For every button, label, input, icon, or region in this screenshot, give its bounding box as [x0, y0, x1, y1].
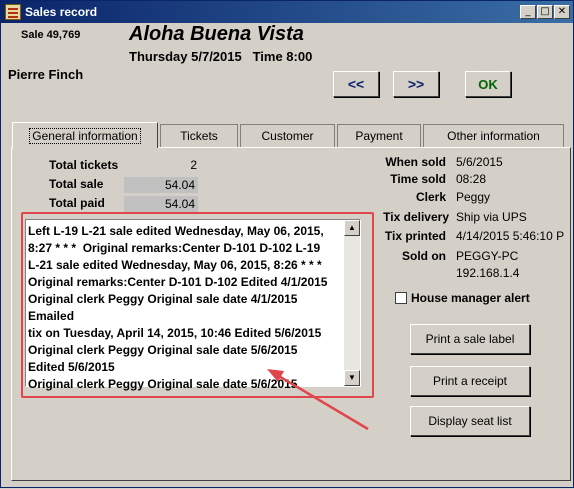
next-record-button[interactable]: >>: [393, 71, 439, 97]
tab-customer[interactable]: Customer: [240, 124, 335, 147]
total-paid-label: Total paid: [49, 196, 105, 210]
total-paid-value: 54.04: [124, 196, 198, 212]
display-seat-list-button[interactable]: Display seat list: [410, 406, 530, 436]
tab-label: Other information: [447, 129, 540, 143]
tab-label: Tickets: [180, 129, 218, 143]
sale-number: Sale 49,769: [21, 29, 81, 41]
tix-delivery-label: Tix delivery: [383, 210, 449, 224]
tix-delivery-value: Ship via UPS: [456, 210, 527, 224]
previous-record-button[interactable]: <<: [333, 71, 379, 97]
house-manager-alert-checkbox[interactable]: [395, 292, 407, 304]
customer-name: Pierre Finch: [8, 67, 84, 82]
tix-printed-label: Tix printed: [384, 229, 446, 243]
total-tickets-label: Total tickets: [49, 158, 119, 172]
clerk-label: Clerk: [415, 190, 446, 204]
tab-payment[interactable]: Payment: [337, 124, 421, 147]
print-receipt-button[interactable]: Print a receipt: [410, 366, 530, 396]
annotation-highlight-box: [21, 212, 374, 398]
total-tickets-value: 2: [190, 158, 197, 172]
tab-general-information[interactable]: General information: [12, 122, 158, 148]
ok-button[interactable]: OK: [465, 71, 511, 97]
ip-address-value: 192.168.1.4: [456, 266, 520, 280]
sales-record-window: Sales record _ □ ✕ Sale 49,769 Aloha Bue…: [0, 0, 574, 488]
minimize-button[interactable]: _: [520, 5, 536, 19]
window-title: Sales record: [25, 5, 98, 19]
company-name: Aloha Buena Vista: [129, 23, 304, 45]
sold-on-label: Sold on: [402, 249, 446, 263]
clerk-value: Peggy: [456, 190, 491, 204]
house-manager-alert-label: House manager alert: [411, 291, 530, 305]
when-sold-value: 5/6/2015: [456, 155, 503, 169]
tix-printed-value: 4/14/2015 5:46:10 P: [456, 229, 565, 243]
tab-other-information[interactable]: Other information: [423, 124, 564, 147]
tab-label: Customer: [261, 129, 314, 143]
time-sold-label: Time sold: [390, 172, 446, 186]
when-sold-label: When sold: [385, 155, 446, 169]
tab-label: General information: [29, 127, 141, 144]
tab-label: Payment: [355, 129, 403, 143]
tab-tickets[interactable]: Tickets: [160, 124, 238, 147]
total-sale-label: Total sale: [49, 177, 104, 191]
print-sale-label-button[interactable]: Print a sale label: [410, 324, 530, 354]
event-datetime: Thursday 5/7/2015 Time 8:00: [129, 49, 313, 64]
total-sale-value: 54.04: [124, 177, 198, 193]
title-bar[interactable]: Sales record _ □ ✕: [1, 1, 573, 23]
app-icon: [5, 4, 21, 20]
close-button[interactable]: ✕: [554, 5, 570, 19]
sold-on-value: PEGGY-PC: [456, 249, 519, 263]
time-sold-value: 08:28: [456, 172, 487, 186]
maximize-button[interactable]: □: [537, 5, 553, 19]
